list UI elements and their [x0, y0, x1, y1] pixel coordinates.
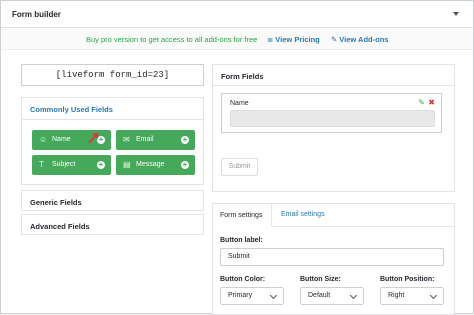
tab-divider: [272, 226, 455, 227]
form-builder-window: Form builder Buy pro version to get acce…: [0, 0, 474, 315]
text-icon: T: [39, 160, 44, 169]
button-position-select[interactable]: Right: [380, 287, 444, 305]
chevron-down-icon: [349, 291, 358, 300]
envelope-icon: ✉: [123, 135, 130, 144]
advanced-fields-accordion[interactable]: Advanced Fields: [21, 214, 204, 235]
button-color-title: Button Color:: [220, 276, 266, 283]
view-pricing-link[interactable]: ≣ View Pricing: [267, 35, 320, 44]
message-icon: ▤: [123, 160, 131, 169]
button-label-input[interactable]: Submit: [220, 248, 444, 266]
promo-text: Buy pro version to get access to all add…: [86, 35, 258, 44]
header-title: Form builder: [12, 10, 61, 19]
list-icon: ≣: [267, 35, 274, 44]
trash-icon[interactable]: ✖: [428, 98, 435, 107]
chevron-down-icon: [269, 291, 278, 300]
tab-email-settings[interactable]: Email settings: [274, 203, 332, 227]
field-label: Name: [230, 100, 249, 107]
collapse-toggle-icon[interactable]: [453, 12, 459, 16]
add-subject-field-button[interactable]: T Subject +: [32, 155, 111, 175]
chevron-down-icon: [429, 291, 438, 300]
plus-icon: +: [181, 135, 189, 144]
button-label-title: Button label:: [220, 237, 263, 244]
user-icon: ☺: [39, 135, 48, 144]
generic-fields-accordion[interactable]: Generic Fields: [21, 190, 204, 211]
tab-form-settings[interactable]: Form settings: [212, 203, 272, 227]
shortcode-box[interactable]: [liveform form_id=23]: [21, 64, 204, 86]
plus-icon: +: [97, 160, 105, 169]
button-size-select[interactable]: Default: [300, 287, 364, 305]
edit-icon[interactable]: ✎: [418, 98, 425, 107]
add-message-field-button[interactable]: ▤ Message +: [116, 155, 195, 175]
wrench-icon: ✎: [331, 35, 338, 44]
button-color-select[interactable]: Primary: [220, 287, 284, 305]
button-size-title: Button Size:: [300, 276, 341, 283]
commonly-used-fields-title[interactable]: Commonly Used Fields: [30, 105, 113, 114]
form-fields-header: Form Fields: [213, 65, 454, 86]
plus-icon: +: [181, 160, 189, 169]
form-builder-header[interactable]: Form builder: [1, 1, 473, 28]
field-input-preview: [230, 110, 435, 127]
submit-button-preview[interactable]: Submit: [221, 158, 258, 176]
form-fields-title: Form Fields: [221, 72, 264, 81]
divider: [22, 119, 203, 120]
add-email-field-button[interactable]: ✉ Email +: [116, 130, 195, 150]
button-position-title: Button Position:: [380, 276, 435, 283]
promo-bar: Buy pro version to get access to all add…: [1, 29, 473, 50]
view-addons-link[interactable]: ✎ View Add-ons: [331, 35, 388, 44]
form-field-name[interactable]: Name ✎ ✖: [221, 93, 442, 133]
